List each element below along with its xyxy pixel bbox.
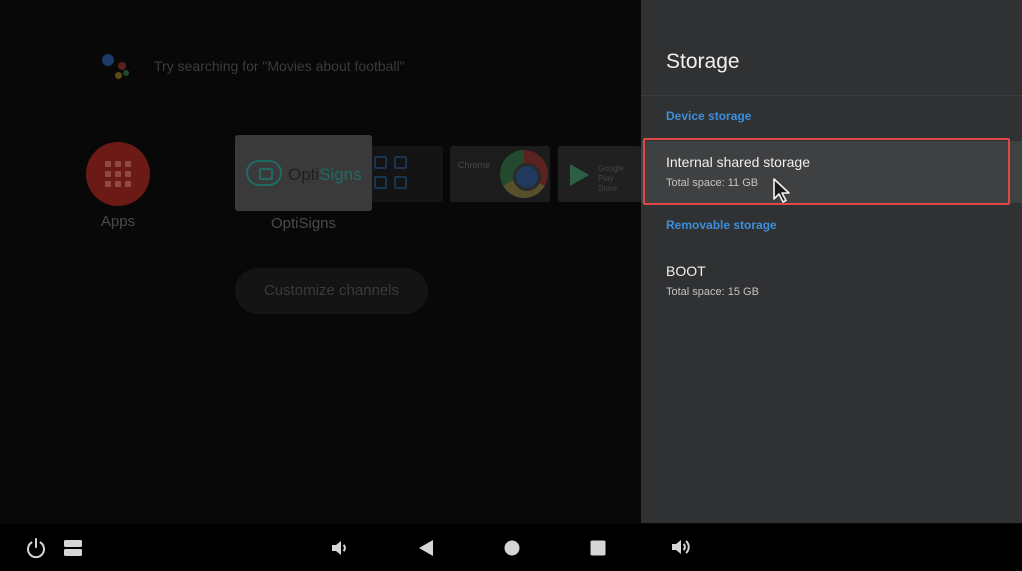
back-icon[interactable] [417, 538, 435, 558]
play-tile-label-line1: Google Play [598, 164, 624, 183]
chrome-tile-label: Chrome [458, 160, 491, 170]
apps-button[interactable] [86, 142, 150, 206]
google-play-icon [570, 164, 589, 186]
app-tile-optisigns[interactable]: OptiSigns [235, 135, 372, 211]
chrome-icon [500, 150, 548, 198]
search-hint[interactable]: Try searching for "Movies about football… [154, 58, 405, 74]
launcher-home: Try searching for "Movies about football… [0, 0, 641, 524]
recents-list-icon[interactable] [63, 539, 83, 557]
storage-item-boot[interactable]: BOOT Total space: 15 GB [641, 250, 1022, 312]
overview-icon[interactable] [590, 540, 606, 556]
optisigns-text-b: Signs [319, 165, 362, 184]
app-tile-chrome[interactable]: Chrome [450, 146, 550, 202]
storage-item-title: BOOT [666, 263, 706, 279]
optisigns-text-a: Opti [288, 165, 320, 184]
panel-divider [641, 95, 1022, 96]
storage-item-internal-shared[interactable]: Internal shared storage Total space: 11 … [641, 141, 1022, 203]
system-navigation-bar [0, 524, 1022, 571]
section-label-removable-storage: Removable storage [666, 218, 777, 232]
optisigns-logo-text: OptiSigns [288, 165, 362, 185]
volume-down-icon[interactable] [330, 538, 350, 558]
section-label-device-storage: Device storage [666, 109, 752, 123]
apps-label: Apps [100, 213, 136, 230]
storage-item-subtitle: Total space: 15 GB [666, 286, 759, 298]
storage-item-title: Internal shared storage [666, 154, 810, 170]
power-icon[interactable] [25, 537, 47, 559]
google-assistant-icon[interactable] [100, 50, 132, 82]
storage-panel: Storage Device storage Internal shared s… [641, 0, 1022, 523]
storage-item-subtitle: Total space: 11 GB [666, 177, 759, 189]
optisigns-logo-icon [246, 160, 282, 186]
optisigns-label: OptiSigns [270, 215, 337, 232]
volume-up-icon[interactable] [670, 536, 694, 558]
play-tile-label-line2: Store [598, 184, 618, 193]
tv-screen: Try searching for "Movies about football… [0, 0, 1022, 571]
app-tile-google-play[interactable]: Google Play Store [558, 146, 641, 202]
panel-title: Storage [666, 50, 740, 73]
mouse-cursor-icon [773, 178, 790, 203]
customize-channels-button[interactable]: Customize channels [235, 268, 428, 314]
app-tile-grid[interactable] [366, 146, 443, 202]
home-icon[interactable] [504, 540, 520, 556]
apps-grid-icon [105, 161, 131, 187]
